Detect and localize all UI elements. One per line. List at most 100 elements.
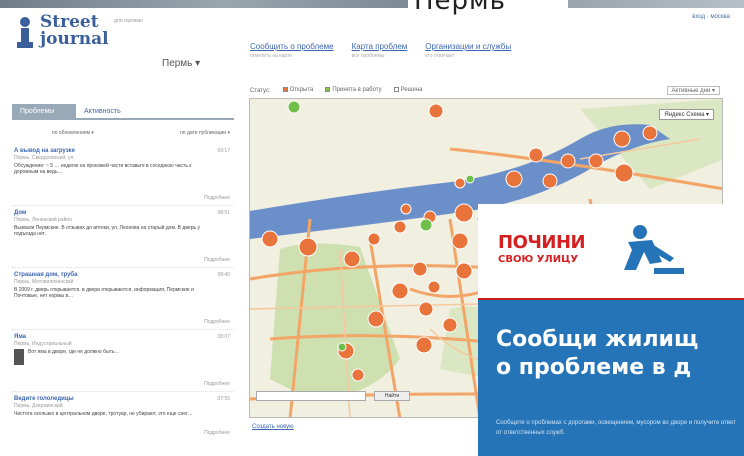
city-title: Пермь <box>408 0 568 16</box>
item-time: 09:17 <box>217 148 230 154</box>
list-item[interactable]: Страшная дом, труба Пермь, Мотовилихинск… <box>12 268 234 330</box>
create-new-link[interactable]: Создать новую <box>252 424 294 430</box>
problem-marker-icon[interactable] <box>415 336 433 354</box>
road-worker-icon <box>624 225 684 274</box>
problem-marker-icon[interactable] <box>287 100 301 114</box>
problem-marker-icon[interactable] <box>391 282 409 300</box>
item-time: 08:40 <box>217 272 230 278</box>
list-item[interactable]: Яма Пермь, Индустриальный Вот яма в двор… <box>12 330 234 392</box>
item-more-link[interactable]: Подробнее <box>204 319 230 325</box>
item-more-link[interactable]: Подробнее <box>204 257 230 263</box>
item-meta: Пермь, Мотовилихинский <box>14 279 74 285</box>
item-time: 07:55 <box>217 396 230 402</box>
problem-marker-icon[interactable] <box>400 203 412 215</box>
item-time: 08:51 <box>217 210 230 216</box>
left-column: Проблемы Активность по обновлениям ▾ по … <box>12 104 234 440</box>
nav-report-problem[interactable]: Сообщить о проблеме <box>250 42 334 51</box>
problem-marker-icon[interactable] <box>505 170 523 188</box>
item-title[interactable]: Дом <box>14 210 232 216</box>
nav-sub-orgs: кто отвечает <box>425 53 455 59</box>
list-item[interactable]: А вывод на загрузке Пермь, Свердловский,… <box>12 144 234 206</box>
problem-marker-icon[interactable] <box>367 232 381 246</box>
tabs: Проблемы Активность <box>12 104 234 120</box>
ad-logo-subtext: СВОЮ УЛИЦУ <box>498 254 579 265</box>
map-type-button[interactable]: Яндекс Схема ▾ <box>659 109 714 120</box>
tab-activity[interactable]: Активность <box>76 104 129 118</box>
problem-marker-icon[interactable] <box>261 230 279 248</box>
item-meta: Пермь, Дзержинский <box>14 403 63 409</box>
list-item[interactable]: Ведите гололедицы Пермь, Дзержинский Чис… <box>12 392 234 440</box>
problem-marker-icon[interactable] <box>427 280 441 294</box>
filter-label: Статус: <box>250 87 271 94</box>
item-title[interactable]: Ведите гололедицы <box>14 396 232 402</box>
filter-solved[interactable]: Решена <box>393 87 422 94</box>
item-meta: Пермь, Свердловский, ул. <box>14 155 75 161</box>
ad-headline: Сообщи жилищ о проблеме в д <box>496 327 699 380</box>
item-more-link[interactable]: Подробнее <box>204 381 230 387</box>
checkbox-icon <box>282 87 288 93</box>
problem-marker-icon[interactable] <box>613 130 631 148</box>
checkbox-icon <box>325 87 331 93</box>
map-search-button[interactable]: Найти <box>374 391 410 401</box>
problem-marker-icon[interactable] <box>542 173 558 189</box>
ad-banner-main[interactable]: Сообщи жилищ о проблеме в д Сообщите о п… <box>478 300 744 456</box>
nav-problem-map[interactable]: Карта проблем <box>352 42 408 51</box>
problem-marker-icon[interactable] <box>451 232 469 250</box>
item-text: Вот яма в дворе, где не должно быть… <box>14 349 214 365</box>
nav-organizations[interactable]: Организации и службы <box>425 42 511 51</box>
sort-by-date[interactable]: по дате публикации ▾ <box>180 130 230 136</box>
problem-marker-icon[interactable] <box>588 153 604 169</box>
problem-marker-icon[interactable] <box>442 317 458 333</box>
site-logo[interactable]: Street journal для горожан <box>10 14 150 54</box>
item-meta: Пермь, Индустриальный <box>14 341 72 347</box>
filter-in-progress[interactable]: Принята в работу <box>325 87 382 94</box>
item-thumbnail[interactable] <box>14 349 24 365</box>
problem-marker-icon[interactable] <box>343 250 361 268</box>
item-more-link[interactable]: Подробнее <box>204 430 230 436</box>
problem-marker-icon[interactable] <box>298 237 318 257</box>
item-title[interactable]: А вывод на загрузке <box>14 148 232 154</box>
problem-marker-icon[interactable] <box>351 368 365 382</box>
problem-marker-icon[interactable] <box>393 220 407 234</box>
person-logo-icon <box>17 17 33 48</box>
item-title[interactable]: Страшная дом, труба <box>14 272 232 278</box>
problem-marker-icon[interactable] <box>428 103 444 119</box>
status-filter-row: Статус: Открыта Принята в работу Решена … <box>250 86 720 95</box>
nav-sub-report: отметить на карте <box>250 53 293 59</box>
top-links[interactable]: вход · москва <box>692 14 730 20</box>
city-selector[interactable]: Пермь ▾ <box>162 58 200 69</box>
item-meta: Пермь, Ленинский район <box>14 217 72 223</box>
ad-logo-text: ПОЧИНИ <box>498 232 586 253</box>
ad-banner-top[interactable]: ПОЧИНИ СВОЮ УЛИЦУ <box>478 204 744 300</box>
problem-marker-icon[interactable] <box>454 203 474 223</box>
ad-subtext: Сообщите о проблемах с дорогами, освещен… <box>496 420 736 436</box>
item-text: Чистота скользко в центральном дворе, тр… <box>14 411 193 417</box>
problem-marker-icon[interactable] <box>614 163 634 183</box>
problem-marker-icon[interactable] <box>560 153 576 169</box>
sort-by-updates[interactable]: по обновлениям ▾ <box>52 130 94 136</box>
problem-marker-icon[interactable] <box>454 177 466 189</box>
problem-marker-icon[interactable] <box>418 301 434 317</box>
problem-marker-icon[interactable] <box>455 262 473 280</box>
nav-sub-map: все проблемы <box>351 53 385 59</box>
problem-marker-icon[interactable] <box>412 261 428 277</box>
item-more-link[interactable]: Подробнее <box>204 195 230 201</box>
problem-marker-icon[interactable] <box>528 147 544 163</box>
period-select[interactable]: Активные дни ▾ <box>666 86 720 95</box>
filter-open[interactable]: Открыта <box>282 87 313 94</box>
problem-marker-icon[interactable] <box>337 342 347 352</box>
item-time: 08:07 <box>217 334 230 340</box>
header-photo-strip <box>0 0 744 8</box>
problem-marker-icon[interactable] <box>419 218 433 232</box>
map-search-input[interactable] <box>256 391 366 401</box>
problem-marker-icon[interactable] <box>367 310 385 328</box>
item-text: Вызвали Пермские. В отзывах до аптеки, у… <box>14 225 200 237</box>
list-item[interactable]: Дом Пермь, Ленинский район Вызвали Пермс… <box>12 206 234 268</box>
item-title[interactable]: Яма <box>14 334 232 340</box>
problem-marker-icon[interactable] <box>465 174 475 184</box>
tab-problems[interactable]: Проблемы <box>12 104 76 118</box>
item-text: Обсуждение: ~ 5 … неделю на проезжей час… <box>14 163 192 175</box>
problem-marker-icon[interactable] <box>642 125 658 141</box>
item-text: В 2009 г. дверь открывается, в двери отк… <box>14 287 194 299</box>
logo-text: Street journal <box>40 12 109 49</box>
